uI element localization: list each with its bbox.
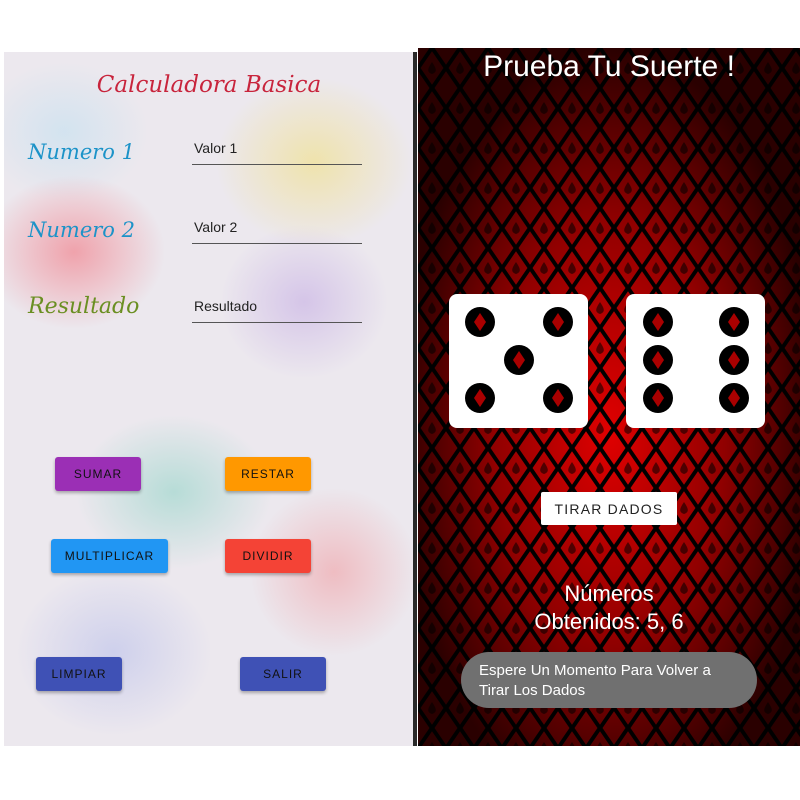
pip xyxy=(504,345,534,375)
pip xyxy=(543,307,573,337)
roll-dice-button[interactable]: TIRAR DADOS xyxy=(541,492,677,525)
calculator-title: Calculadora Basica xyxy=(96,72,322,98)
dividir-button[interactable]: DIVIDIR xyxy=(225,539,311,573)
result-text: Números Obtenidos: 5, 6 xyxy=(418,580,800,636)
restar-button[interactable]: RESTAR xyxy=(225,457,311,491)
die-left xyxy=(449,294,588,428)
screen-divider xyxy=(413,52,417,746)
wait-toast: Espere Un Momento Para Volver a Tirar Lo… xyxy=(461,652,757,708)
numero2-placeholder: Valor 2 xyxy=(194,219,238,235)
pip xyxy=(543,383,573,413)
pip xyxy=(643,383,673,413)
pip xyxy=(719,307,749,337)
result-line-1: Números xyxy=(564,581,654,606)
pip xyxy=(465,307,495,337)
resultado-placeholder: Resultado xyxy=(194,298,258,314)
pip xyxy=(643,307,673,337)
dice-title: Prueba Tu Suerte ! xyxy=(483,50,735,83)
numero1-placeholder: Valor 1 xyxy=(194,140,238,156)
salir-button[interactable]: SALIR xyxy=(240,657,326,691)
resultado-field[interactable]: Resultado xyxy=(192,292,362,323)
pip xyxy=(465,383,495,413)
numero2-input[interactable]: Valor 2 xyxy=(192,213,362,244)
resultado-label: Resultado xyxy=(28,294,140,319)
result-line-2: Obtenidos: 5, 6 xyxy=(534,609,684,634)
limpiar-button[interactable]: LIMPIAR xyxy=(36,657,122,691)
sumar-button[interactable]: SUMAR xyxy=(55,457,141,491)
numero1-label: Numero 1 xyxy=(28,140,135,164)
dice-screen: Prueba Tu Suerte ! TIRAR DADOS Números O… xyxy=(418,48,800,746)
numero2-label: Numero 2 xyxy=(28,218,135,242)
multiplicar-button[interactable]: MULTIPLICAR xyxy=(51,539,168,573)
calculator-screen: Calculadora Basica Numero 1 Valor 1 Nume… xyxy=(4,52,414,746)
pip xyxy=(643,345,673,375)
numero1-input[interactable]: Valor 1 xyxy=(192,134,362,165)
die-right xyxy=(626,294,765,428)
pip xyxy=(719,345,749,375)
pip xyxy=(719,383,749,413)
